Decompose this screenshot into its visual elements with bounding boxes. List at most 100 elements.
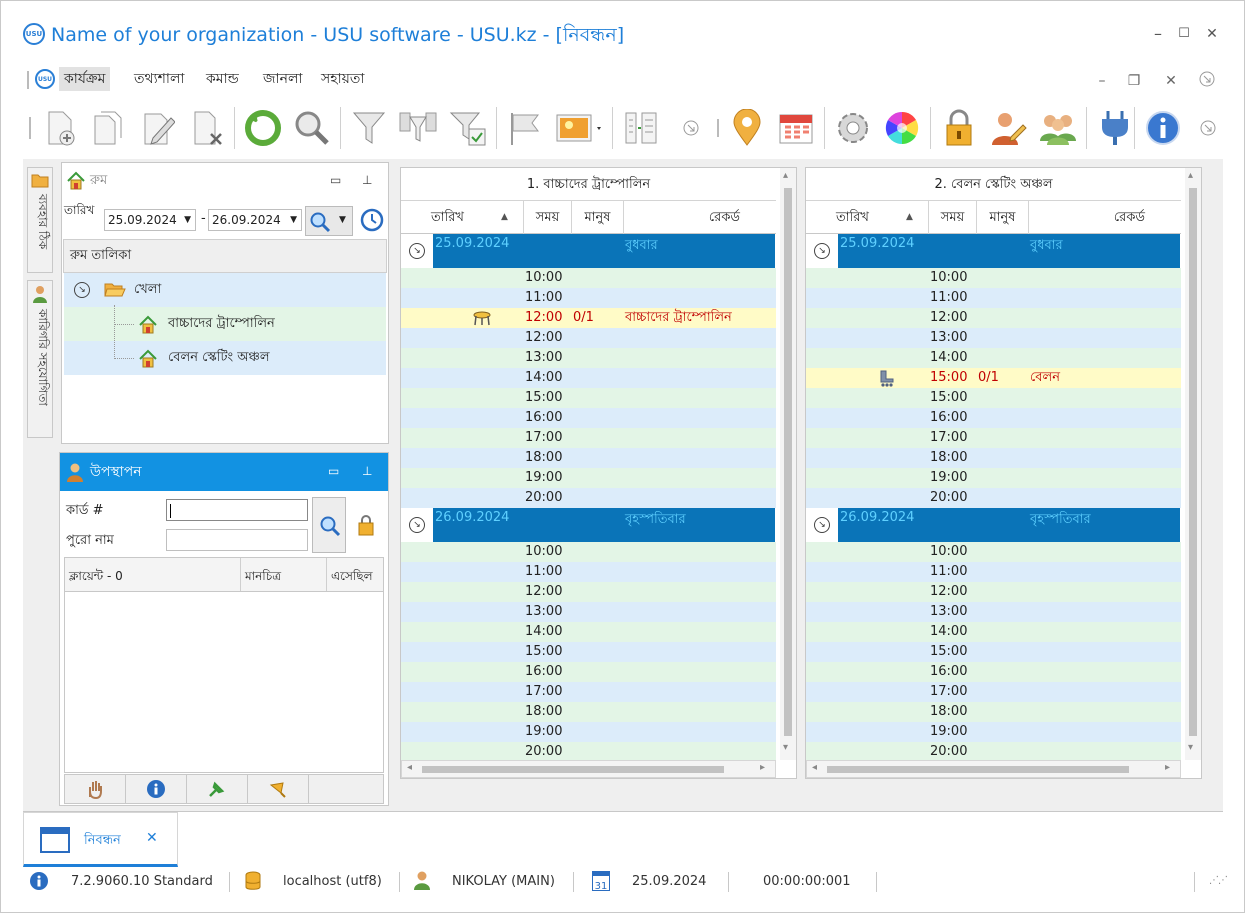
client-search-button[interactable] [312, 497, 346, 553]
time-slot-row[interactable]: 11:00 [806, 288, 1181, 308]
time-slot-row[interactable]: 13:00 [401, 602, 776, 622]
time-slot-row[interactable]: 15:00 [401, 388, 776, 408]
doc-tab-registration[interactable]: নিবন্ধন ✕ [23, 812, 178, 867]
time-slot-row[interactable]: 19:00 [806, 468, 1181, 488]
settings-gear-icon[interactable] [832, 107, 874, 149]
card-number-input[interactable] [166, 499, 308, 521]
lock-icon[interactable] [938, 107, 980, 149]
col-photo[interactable]: মানচিত্র [241, 558, 327, 591]
date-search-button[interactable]: ▼ [305, 206, 353, 236]
date-from-field[interactable]: 25.09.2024 ▼ [104, 209, 196, 231]
flag-icon[interactable] [504, 107, 546, 149]
time-slot-row[interactable]: 11:00 [401, 288, 776, 308]
time-slot-row[interactable]: 20:00 [806, 488, 1181, 508]
time-slot-row[interactable]: 17:00 [401, 682, 776, 702]
time-slot-row[interactable]: 10:00 [401, 542, 776, 562]
users-group-icon[interactable] [1037, 107, 1079, 149]
collapse-icon[interactable]: ↘ [409, 243, 425, 259]
time-slot-row[interactable]: 16:00 [401, 408, 776, 428]
scroll-left-icon[interactable]: ◂ [407, 762, 412, 773]
col-record[interactable]: রেকর্ড [624, 201, 776, 234]
col-time[interactable]: সময় [929, 201, 977, 234]
menu-more-icon[interactable] [1197, 71, 1217, 91]
edit-record-icon[interactable] [137, 107, 179, 149]
col-record[interactable]: রেকর্ড [1029, 201, 1181, 234]
day-group-header[interactable]: ↘ 26.09.2024 বৃহস্পতিবার [806, 508, 1181, 542]
scrollbar-thumb[interactable] [784, 188, 792, 736]
menu-item[interactable]: তথ্যশালা [129, 67, 189, 91]
time-slot-row[interactable]: 16:00 [401, 662, 776, 682]
time-slot-row[interactable]: 13:00 [401, 348, 776, 368]
time-slot-row[interactable]: 18:00 [806, 702, 1181, 722]
maximize-button[interactable]: ☐ [1173, 23, 1195, 45]
time-slot-row[interactable]: 13:00 [806, 602, 1181, 622]
time-slot-row[interactable]: 16:00 [806, 408, 1181, 428]
clock-button[interactable] [359, 207, 387, 235]
time-slot-row[interactable]: 14:00 [806, 348, 1181, 368]
col-people[interactable]: মানুষ [977, 201, 1029, 234]
time-slot-row[interactable]: 16:00 [806, 662, 1181, 682]
scroll-up-icon[interactable]: ▴ [783, 170, 788, 181]
notify-button[interactable] [248, 775, 309, 803]
time-slot-row[interactable]: 13:00 [806, 328, 1181, 348]
hand-button[interactable] [65, 775, 126, 803]
color-wheel-icon[interactable] [881, 107, 923, 149]
day-group-header[interactable]: ↘ 25.09.2024 বুধবার [401, 234, 776, 268]
mdi-restore-button[interactable]: ❐ [1124, 71, 1144, 91]
panel-pin-button[interactable]: ⊥ [362, 464, 372, 478]
time-slot-row[interactable]: 18:00 [401, 702, 776, 722]
mdi-minimize-button[interactable]: – [1092, 71, 1112, 91]
col-people[interactable]: মানুষ [572, 201, 624, 234]
time-slot-row[interactable]: 11:00 [806, 562, 1181, 582]
time-slot-row[interactable]: 15:00 [806, 642, 1181, 662]
copy-record-icon[interactable] [87, 107, 129, 149]
time-slot-row[interactable]: 19:00 [401, 468, 776, 488]
time-slot-row[interactable]: 14:00 [806, 622, 1181, 642]
time-slot-row[interactable]: 12:00 0/1 বাচ্চাদের ট্রাম্পোলিন [401, 308, 776, 328]
collapse-icon[interactable]: ↘ [814, 517, 830, 533]
menu-item[interactable]: কার্যক্রম [59, 67, 111, 91]
day-group-header[interactable]: ↘ 26.09.2024 বৃহস্পতিবার [401, 508, 776, 542]
time-slot-row[interactable]: 12:00 [806, 308, 1181, 328]
day-group-header[interactable]: ↘ 25.09.2024 বুধবার [806, 234, 1181, 268]
location-pin-icon[interactable] [726, 107, 768, 149]
filter-icon[interactable] [348, 107, 390, 149]
time-slot-row[interactable]: 10:00 [806, 268, 1181, 288]
time-slot-row[interactable]: 19:00 [401, 722, 776, 742]
menu-item[interactable]: সহায়তা [316, 67, 369, 91]
collapse-icon[interactable]: ↘ [409, 517, 425, 533]
vertical-scrollbar[interactable]: ▴ ▾ [1185, 168, 1201, 760]
image-view-icon[interactable] [553, 107, 605, 149]
scrollbar-thumb[interactable] [422, 766, 724, 773]
scroll-left-icon[interactable]: ◂ [812, 762, 817, 773]
col-came[interactable]: এসেছিল [327, 558, 383, 591]
time-slot-row[interactable]: 12:00 [401, 582, 776, 602]
time-slot-row[interactable]: 15:00 [401, 642, 776, 662]
info-button[interactable] [126, 775, 187, 803]
close-button[interactable]: ✕ [1201, 23, 1223, 45]
tree-row-root[interactable]: ↘ খেলা [64, 273, 386, 307]
menu-item[interactable]: কমান্ড [201, 67, 244, 91]
refresh-icon[interactable] [242, 107, 284, 149]
col-time[interactable]: সময় [524, 201, 572, 234]
time-slot-row[interactable]: 19:00 [806, 722, 1181, 742]
plugin-icon[interactable] [1094, 107, 1136, 149]
time-slot-row[interactable]: 10:00 [806, 542, 1181, 562]
calendar-icon[interactable] [775, 107, 817, 149]
collapse-icon[interactable]: ↘ [74, 282, 90, 298]
panel-restore-button[interactable]: ▭ [328, 464, 339, 478]
tree-row-skating[interactable]: বেলন স্কেটিং অঞ্চল [64, 341, 386, 375]
tree-row-trampoline[interactable]: বাচ্চাদের ট্রাম্পোলিন [64, 307, 386, 341]
time-slot-row[interactable]: 18:00 [806, 448, 1181, 468]
delete-record-icon[interactable] [187, 107, 229, 149]
vertical-scrollbar[interactable]: ▴ ▾ [780, 168, 796, 760]
mdi-close-button[interactable]: ✕ [1161, 71, 1181, 91]
horizontal-scrollbar[interactable]: ◂ ▸ [401, 760, 776, 778]
pin-button[interactable] [187, 775, 248, 803]
time-slot-row[interactable]: 17:00 [401, 428, 776, 448]
scroll-down-icon[interactable]: ▾ [783, 742, 788, 753]
scroll-right-icon[interactable]: ▸ [1165, 762, 1170, 773]
time-slot-row[interactable]: 12:00 [401, 328, 776, 348]
time-slot-row[interactable]: 20:00 [401, 742, 776, 760]
time-slot-row[interactable]: 14:00 [401, 368, 776, 388]
